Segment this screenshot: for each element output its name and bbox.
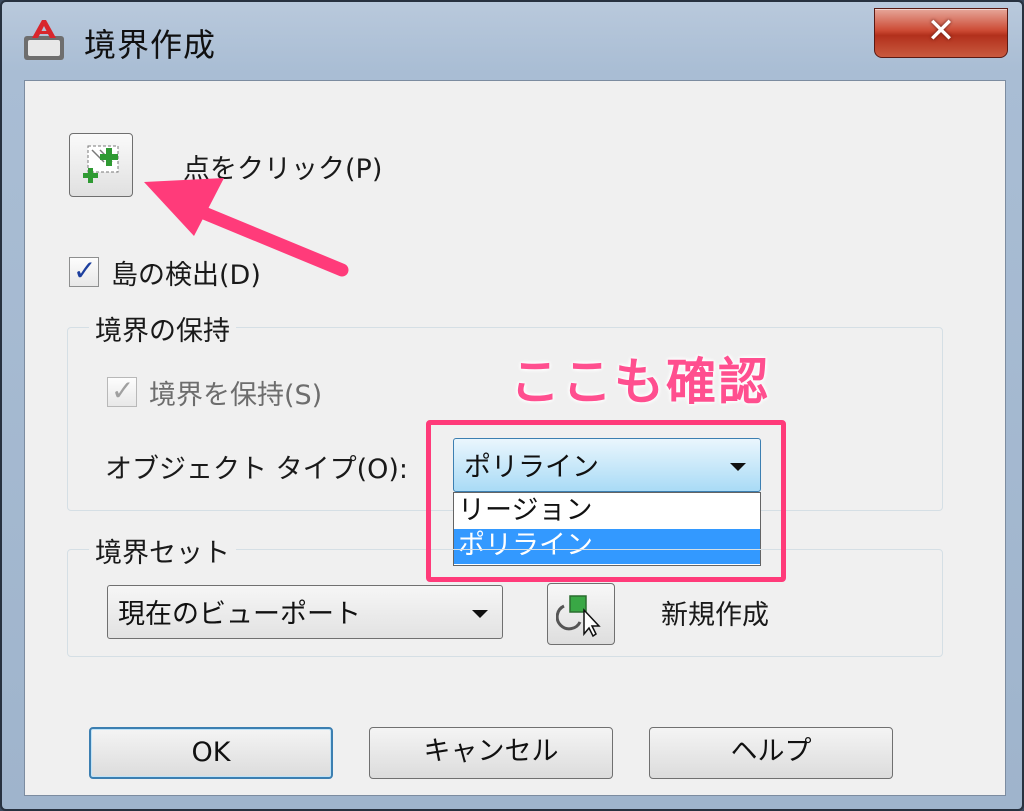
chevron-down-icon	[472, 610, 488, 618]
retain-boundary-checkbox[interactable]: ✓	[107, 374, 137, 407]
close-icon: ✕	[926, 11, 956, 51]
annotation-text: ここも確認	[510, 353, 770, 411]
retain-boundary-group-label: 境界の保持	[89, 309, 236, 348]
highlight-frame	[426, 420, 786, 582]
select-objects-icon	[556, 595, 601, 638]
window-title: 境界作成	[84, 26, 217, 64]
close-button[interactable]: ✕	[874, 8, 1008, 58]
boundary-set-group-label: 境界セット	[89, 531, 236, 570]
pointer-arrow-icon	[144, 178, 349, 277]
boundary-creation-dialog: 境界作成 ✕ 点をクリック(P) ✓ 島の検出(D) 境界の保持 ✓ 境界を保持…	[0, 0, 1024, 811]
pick-points-button[interactable]	[69, 133, 133, 197]
new-boundary-set-button[interactable]	[547, 583, 615, 645]
help-button[interactable]: ヘルプ	[649, 727, 893, 779]
boundary-set-combobox[interactable]: 現在のビューポート	[107, 585, 503, 639]
autocad-app-icon	[24, 20, 64, 60]
object-type-label: オブジェクト タイプ(O):	[105, 454, 408, 485]
pick-points-icon	[83, 145, 119, 183]
new-boundary-set-label: 新規作成	[661, 600, 769, 631]
checkmark-icon: ✓	[111, 374, 135, 407]
retain-boundary-label: 境界を保持(S)	[149, 380, 323, 411]
island-detection-checkbox[interactable]: ✓	[69, 254, 99, 287]
title-bar[interactable]: 境界作成 ✕	[2, 2, 1022, 76]
ok-button[interactable]: OK	[89, 727, 333, 779]
boundary-set-value: 現在のビューポート	[118, 599, 361, 630]
cancel-button[interactable]: キャンセル	[369, 727, 613, 779]
checkmark-icon: ✓	[73, 254, 97, 287]
